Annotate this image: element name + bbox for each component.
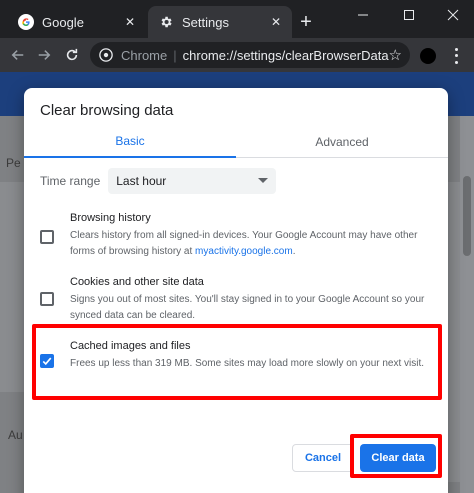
scrollbar-thumb[interactable]: [463, 176, 471, 256]
section-heading: Au: [8, 428, 23, 442]
option-description: Clears history from all signed-in device…: [70, 230, 418, 257]
new-tab-button[interactable]: +: [296, 12, 316, 32]
clear-browsing-data-dialog: Clear browsing data Basic Advanced Time …: [24, 88, 448, 493]
browsing-history-checkbox[interactable]: [40, 230, 54, 244]
address-bar[interactable]: Chrome | chrome://settings/clearBrowserD…: [90, 42, 410, 68]
dialog-tabs: Basic Advanced: [24, 126, 448, 158]
time-range-value: Last hour: [116, 174, 167, 188]
minimize-icon[interactable]: [340, 0, 386, 30]
tab-strip: Google ✕ Settings ✕ +: [0, 0, 474, 38]
back-arrow-icon[interactable]: [8, 45, 28, 65]
option-title: Cookies and other site data: [70, 276, 204, 288]
option-cookies: Cookies and other site data Signs you ou…: [24, 274, 448, 330]
tab-settings[interactable]: Settings ✕: [148, 6, 292, 38]
option-description: Signs you out of most sites. You'll stay…: [70, 294, 425, 321]
separator: |: [173, 47, 177, 63]
page-scrollbar[interactable]: [460, 116, 474, 493]
star-icon[interactable]: ☆: [389, 46, 402, 64]
url-text: chrome://settings/clearBrowserData: [182, 47, 389, 63]
site-label: Chrome: [121, 47, 168, 63]
cancel-button[interactable]: Cancel: [292, 444, 354, 472]
tab-title: Google: [42, 14, 84, 30]
toolbar: Chrome | chrome://settings/clearBrowserD…: [0, 38, 474, 72]
cookies-checkbox[interactable]: [40, 292, 54, 306]
profile-avatar[interactable]: [420, 48, 436, 64]
tab-google[interactable]: Google ✕: [8, 6, 146, 38]
reload-icon[interactable]: [62, 45, 82, 65]
close-tab-icon[interactable]: ✕: [268, 14, 284, 30]
chrome-site-icon: [99, 48, 113, 62]
time-range-row: Time range Last hour: [40, 168, 277, 194]
option-browsing-history: Browsing history Clears history from all…: [24, 210, 448, 266]
tab-advanced[interactable]: Advanced: [236, 126, 448, 157]
dialog-title: Clear browsing data: [40, 102, 174, 119]
highlight-box-cached: [32, 324, 442, 400]
option-title: Browsing history: [70, 212, 151, 224]
close-window-icon[interactable]: [430, 0, 474, 30]
maximize-icon[interactable]: [386, 0, 432, 30]
myactivity-link[interactable]: myactivity.google.com: [195, 246, 293, 257]
highlight-box-clear: [350, 434, 442, 478]
dropdown-caret-icon: [258, 178, 269, 183]
settings-card: [0, 182, 24, 392]
section-heading: Pe: [6, 156, 21, 170]
more-vert-icon[interactable]: [448, 46, 464, 66]
tab-title: Settings: [182, 14, 229, 30]
tab-basic[interactable]: Basic: [24, 126, 236, 158]
time-range-label: Time range: [40, 174, 101, 188]
close-tab-icon[interactable]: ✕: [122, 14, 138, 30]
time-range-dropdown[interactable]: Last hour: [108, 168, 277, 194]
google-g-icon: [18, 14, 34, 30]
gear-icon: [158, 14, 174, 30]
forward-arrow-icon[interactable]: [34, 45, 54, 65]
